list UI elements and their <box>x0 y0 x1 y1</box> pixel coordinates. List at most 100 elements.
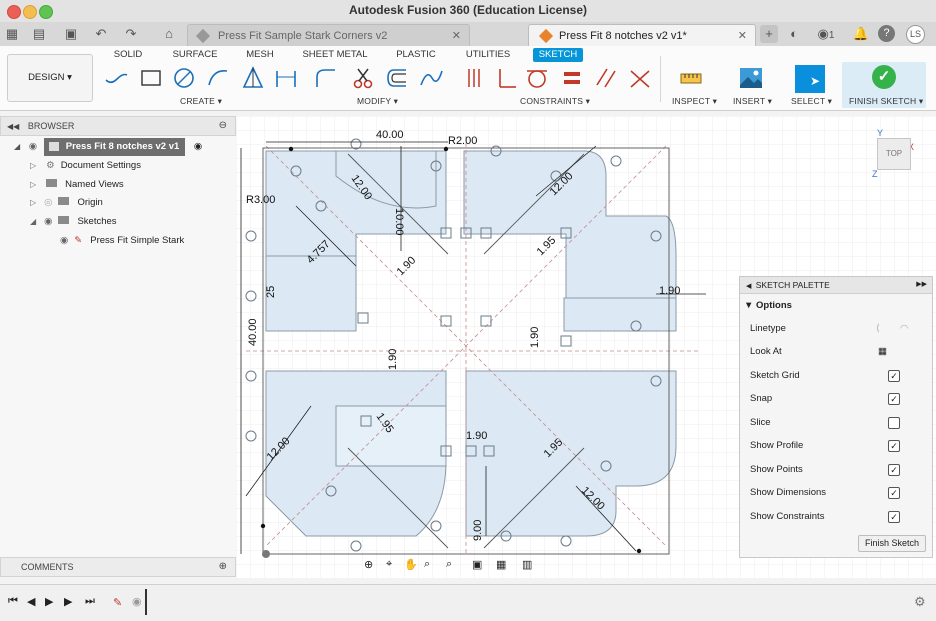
show-points-checkbox[interactable]: ✓ <box>888 464 900 476</box>
tab-surface[interactable]: SURFACE <box>172 48 218 62</box>
tab-mesh[interactable]: MESH <box>242 48 278 62</box>
close-tab-icon[interactable]: ✕ <box>738 25 747 47</box>
browser-header[interactable]: ◀◀ BROWSER ⊖ <box>0 116 236 136</box>
slice-checkbox[interactable] <box>888 417 900 429</box>
help-icon[interactable]: ? <box>878 25 895 42</box>
tab-press-fit-sample[interactable]: Press Fit Sample Stark Corners v2 ✕ <box>187 24 470 46</box>
insert-image-icon[interactable] <box>738 65 764 91</box>
orbit-icon[interactable]: ⊕ <box>364 558 373 571</box>
tab-sheet-metal[interactable]: SHEET METAL <box>302 48 368 62</box>
dimension-tool-icon[interactable] <box>273 65 299 91</box>
spline-tool-icon[interactable] <box>418 65 444 91</box>
browser-item-document-settings[interactable]: ▷ ⚙ Document Settings <box>30 157 141 175</box>
linetype-centerline-icon[interactable]: ◠ <box>900 321 908 337</box>
sketch-grid-checkbox[interactable]: ✓ <box>888 370 900 382</box>
new-tab-icon[interactable]: + <box>760 25 778 43</box>
viewcube-face[interactable]: TOP <box>877 138 911 170</box>
pan-icon[interactable]: ✋ <box>404 558 418 571</box>
visibility-eye-icon[interactable]: ◉ <box>29 141 37 152</box>
arc-tool-icon[interactable] <box>205 65 231 91</box>
tab-solid[interactable]: SOLID <box>108 48 148 62</box>
go-to-end-icon[interactable]: ⏭ <box>85 595 95 608</box>
look-at-icon[interactable]: ⌖ <box>386 558 392 571</box>
tab-plastic[interactable]: PLASTIC <box>394 48 438 62</box>
display-settings-icon[interactable]: ▣ <box>472 558 482 571</box>
select-menu[interactable]: SELECT ▾ <box>791 96 832 107</box>
browser-item-named-views[interactable]: ▷ Named Views <box>30 176 124 194</box>
grid-menu-icon[interactable]: ▦ <box>3 25 21 43</box>
close-tab-icon[interactable]: ✕ <box>452 25 461 47</box>
go-to-start-icon[interactable]: ⏮ <box>8 595 18 608</box>
collapse-arrow-icon[interactable]: ◢ <box>30 217 36 226</box>
rectangle-tool-icon[interactable] <box>138 65 164 91</box>
add-comment-icon[interactable]: ⊕ <box>219 558 227 576</box>
look-at-icon[interactable]: ▦ <box>878 344 887 360</box>
expand-arrow-icon[interactable]: ▷ <box>30 161 36 170</box>
redo-icon[interactable]: ↷ <box>122 25 140 43</box>
inspect-menu[interactable]: INSPECT ▾ <box>672 96 717 107</box>
viewports-icon[interactable]: ▥ <box>522 558 532 571</box>
grid-settings-icon[interactable]: ▦ <box>496 558 506 571</box>
equal-constraint-icon[interactable] <box>559 65 585 91</box>
collapse-panel-icon[interactable]: ◀◀ <box>7 122 19 131</box>
fit-icon[interactable]: ⌕ <box>446 558 452 571</box>
undo-icon[interactable]: ↶ <box>92 25 110 43</box>
polygon-tool-icon[interactable] <box>240 65 266 91</box>
linetype-construction-icon[interactable]: ⟨ <box>876 321 880 337</box>
home-icon[interactable]: ⌂ <box>160 25 178 43</box>
show-constraints-checkbox[interactable]: ✓ <box>888 511 900 523</box>
timeline-item-icon[interactable]: ◉ <box>132 595 142 608</box>
section-toggle-icon[interactable]: ▼ <box>744 300 753 311</box>
palette-header[interactable]: ◀ SKETCH PALETTE ▶▶ <box>740 277 932 294</box>
root-component[interactable]: Press Fit 8 notches v2 v1 <box>43 138 186 156</box>
insert-menu[interactable]: INSERT ▾ <box>733 96 772 107</box>
select-tool-button[interactable]: ➤ <box>795 65 825 93</box>
palette-expand-icon[interactable]: ▶▶ <box>916 277 927 293</box>
expand-arrow-icon[interactable]: ▷ <box>30 198 36 207</box>
viewcube[interactable]: Y X Z TOP <box>872 128 922 186</box>
step-forward-icon[interactable]: ▶ <box>64 595 72 608</box>
comments-panel-header[interactable]: COMMENTS ⊕ <box>0 557 236 577</box>
show-profile-checkbox[interactable]: ✓ <box>888 440 900 452</box>
browser-root-item[interactable]: ◢ ◉ Press Fit 8 notches v2 v1 ◉ <box>14 138 214 156</box>
play-icon[interactable]: ▶ <box>45 595 53 608</box>
trim-tool-icon[interactable] <box>350 65 376 91</box>
visibility-eye-icon[interactable]: ◉ <box>60 235 68 246</box>
tab-sketch[interactable]: SKETCH <box>533 48 583 62</box>
circle-tool-icon[interactable] <box>171 65 197 91</box>
constraints-menu[interactable]: CONSTRAINTS ▾ <box>520 96 590 107</box>
file-menu-icon[interactable]: ▤ <box>30 25 48 43</box>
timeline-settings-icon[interactable]: ⚙ <box>914 594 926 610</box>
snap-checkbox[interactable]: ✓ <box>888 393 900 405</box>
hidden-eye-icon[interactable]: ◎ <box>44 197 52 208</box>
measure-tool-icon[interactable] <box>678 65 704 91</box>
collapse-arrow-icon[interactable]: ◢ <box>14 142 20 151</box>
user-avatar[interactable]: LS <box>906 25 925 44</box>
perpendicular-constraint-icon[interactable] <box>492 65 518 91</box>
finish-sketch-menu[interactable]: FINISH SKETCH ▾ <box>849 96 923 107</box>
zoom-icon[interactable]: ⌕ <box>424 558 430 571</box>
options-section[interactable]: ▼ Options <box>744 298 792 314</box>
palette-collapse-icon[interactable]: ◀ <box>746 283 751 290</box>
step-back-icon[interactable]: ◀ <box>27 595 35 608</box>
timeline-marker[interactable] <box>145 589 147 615</box>
coincident-constraint-icon[interactable] <box>461 65 487 91</box>
browser-item-sketches[interactable]: ◢ ◉ Sketches <box>30 213 117 231</box>
finish-sketch-palette-button[interactable]: Finish Sketch <box>858 535 926 552</box>
modify-menu[interactable]: MODIFY ▾ <box>357 96 398 107</box>
notifications-icon[interactable]: 🔔 <box>852 25 870 43</box>
workspace-switcher[interactable]: DESIGN ▾ <box>7 54 93 102</box>
expand-arrow-icon[interactable]: ▷ <box>30 180 36 189</box>
tangent-constraint-icon[interactable] <box>524 65 550 91</box>
line-tool-icon[interactable] <box>103 65 129 91</box>
timeline-sketch-icon[interactable]: ✎ <box>113 596 122 609</box>
activate-radio-icon[interactable]: ◉ <box>194 141 202 152</box>
tab-utilities[interactable]: UTILITIES <box>462 48 514 62</box>
create-menu[interactable]: CREATE ▾ <box>180 96 222 107</box>
visibility-eye-icon[interactable]: ◉ <box>44 216 52 227</box>
collinear-constraint-icon[interactable] <box>627 65 653 91</box>
save-icon[interactable]: ▣ <box>62 25 80 43</box>
tab-press-fit-8-notches[interactable]: Press Fit 8 notches v2 v1* ✕ <box>528 24 756 46</box>
offset-tool-icon[interactable] <box>384 65 410 91</box>
extensions-icon[interactable]: ◐ <box>785 25 803 43</box>
